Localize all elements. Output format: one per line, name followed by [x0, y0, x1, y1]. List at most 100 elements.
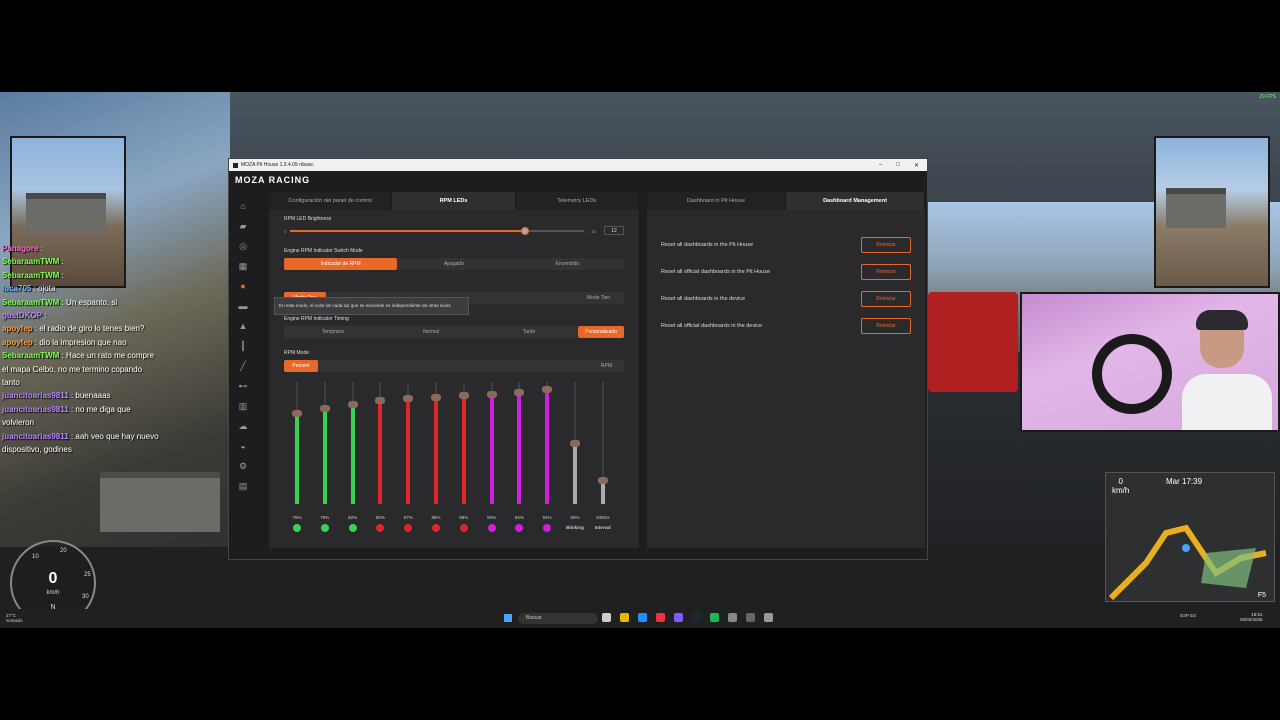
led-slider[interactable]: 92%	[512, 378, 526, 532]
task-view-icon[interactable]	[602, 613, 611, 622]
brightness-handle[interactable]	[521, 227, 530, 235]
rpm-led-panel: Configuración del panel de control RPM L…	[269, 192, 639, 548]
slider-value: 90%	[487, 515, 497, 520]
reset-button[interactable]: Reiniciar	[861, 317, 911, 334]
chat-username: Panagore	[2, 244, 39, 253]
switch-mode-rpm-indicator[interactable]: Indicador de RPM	[284, 258, 398, 270]
spotify-icon[interactable]	[710, 613, 719, 622]
brightness-value-input[interactable]: 12	[604, 226, 624, 235]
tab-rpm-leds[interactable]: RPM LEDs	[392, 192, 516, 210]
speed-value: 0	[48, 570, 58, 587]
handbrake-icon[interactable]: ┃	[236, 339, 250, 353]
timing-slider[interactable]: 50% Blinking	[566, 378, 584, 530]
language-indicator[interactable]: ESP ES	[1180, 613, 1196, 618]
dashboard-icon[interactable]: ▦	[236, 259, 250, 273]
timing-normal[interactable]: Normal	[382, 326, 480, 338]
chat-username: apoyfep	[2, 337, 33, 347]
led-indicator	[515, 524, 524, 532]
windows-start-icon[interactable]	[504, 614, 512, 622]
switch-mode-on[interactable]: Encendido	[511, 258, 624, 270]
led-slider[interactable]: 85%	[373, 378, 387, 532]
wheel-icon[interactable]: ◎	[236, 239, 250, 253]
led-slider[interactable]: 94%	[540, 378, 554, 532]
timing-custom[interactable]: Personalizado	[578, 326, 624, 338]
slider-value: 87%	[403, 515, 413, 520]
slider-handle[interactable]	[347, 400, 358, 408]
chrome-icon[interactable]	[656, 613, 665, 622]
steering-wheel	[1092, 334, 1172, 414]
shifter-icon[interactable]: ▬	[236, 299, 250, 313]
app-icon[interactable]	[746, 613, 755, 622]
brightness-slider[interactable]: 0 15 12	[284, 226, 624, 236]
discord-icon[interactable]	[674, 613, 683, 622]
slider-handle[interactable]	[570, 440, 580, 447]
file-explorer-icon[interactable]	[620, 613, 629, 622]
home-icon[interactable]: ⌂	[236, 199, 250, 213]
steam-icon[interactable]	[692, 613, 701, 622]
slider-handle[interactable]	[514, 388, 525, 396]
timing-late[interactable]: Tarde	[480, 326, 578, 338]
led-slider[interactable]: 75%	[290, 378, 304, 532]
maximize-button[interactable]: □	[896, 162, 900, 169]
clock[interactable]: 18:51 25/02/2026	[1240, 612, 1263, 622]
close-button[interactable]: ✕	[914, 162, 919, 169]
timing-early[interactable]: Temprano	[284, 326, 382, 338]
tab-dashboard-config[interactable]: Configuración del panel de control	[269, 192, 393, 210]
reset-button[interactable]: Reiniciar	[861, 263, 911, 280]
app-icon[interactable]	[764, 613, 773, 622]
led-slider[interactable]: 89%	[457, 378, 471, 532]
switch-mode-off[interactable]: Apagado	[397, 258, 510, 270]
right-tabs: Dashboard in Pit House Dashboard Managem…	[647, 192, 925, 210]
slider-caption: Blinking	[566, 525, 584, 530]
led-slider[interactable]: 88%	[429, 378, 443, 532]
switch-mode-label: Engine RPM Indicator Switch Mode	[284, 248, 363, 254]
stick-icon[interactable]: ╱	[236, 359, 250, 373]
tab-dashboard-management[interactable]: Dashboard Management	[786, 192, 925, 210]
slider-handle[interactable]	[486, 391, 497, 399]
slider-handle[interactable]	[542, 386, 553, 394]
taskbar-search[interactable]: Buscar	[518, 613, 598, 624]
weather-widget[interactable]: 27°C Soleado	[6, 613, 23, 623]
app-icon[interactable]	[728, 613, 737, 622]
chat-message: gustDKOP :	[2, 309, 162, 322]
slider-handle[interactable]	[375, 397, 386, 405]
brightness-label: RPM LED Brightness	[284, 216, 332, 222]
pedals-icon[interactable]: ▲	[236, 319, 250, 333]
game-icon[interactable]: ◒	[236, 439, 250, 453]
reset-button[interactable]: Reiniciar	[861, 236, 911, 253]
slider-value: 100ms	[596, 515, 610, 520]
hub-icon[interactable]: ⊷	[236, 379, 250, 393]
led-slider[interactable]: 87%	[401, 378, 415, 532]
slider-handle[interactable]	[292, 409, 302, 417]
slider-handle[interactable]	[431, 393, 441, 401]
reset-button[interactable]: Reiniciar	[861, 290, 911, 307]
chat-text: : buenaaas	[70, 391, 111, 401]
rpm-mode-rpm[interactable]: RPM	[318, 360, 624, 372]
info-icon[interactable]: ▤	[236, 479, 250, 493]
cloud-icon[interactable]: ☁	[236, 419, 250, 433]
led-slider[interactable]: 82%	[346, 378, 360, 532]
timing-slider[interactable]: 100ms Interval	[595, 378, 611, 530]
slider-level	[461, 395, 466, 504]
tab-telemetry-leds[interactable]: Telemetry LEDs	[515, 192, 639, 210]
rpm-leds-icon[interactable]: ●	[236, 279, 250, 293]
minimize-button[interactable]: –	[879, 162, 882, 169]
gear-icon[interactable]: ⚙	[236, 459, 250, 473]
slider-handle[interactable]	[403, 394, 414, 402]
chat-username: apoyfep	[2, 324, 33, 334]
slider-level	[489, 394, 494, 504]
tab-dashboard-pit-house[interactable]: Dashboard in Pit House	[647, 192, 786, 210]
slider-handle[interactable]	[458, 392, 469, 400]
reset-label: Reset all official dashboards in the dev…	[661, 322, 763, 329]
led-slider[interactable]: 90%	[485, 378, 499, 532]
stream-chat: Panagore : SebaraamTWM : SebaraamTWM : luca…	[2, 242, 162, 457]
led-slider[interactable]: 79%	[318, 378, 332, 532]
edge-icon[interactable]	[638, 613, 647, 622]
camera-icon[interactable]: ▰	[236, 219, 250, 233]
cluster-icon[interactable]: ▥	[236, 399, 250, 413]
rpm-mode-percent[interactable]: Percent	[284, 360, 318, 372]
streamer	[1182, 310, 1272, 430]
slider-handle[interactable]	[597, 476, 608, 484]
chat-username: juancitoarias9811	[2, 431, 69, 441]
slider-handle[interactable]	[319, 404, 330, 412]
